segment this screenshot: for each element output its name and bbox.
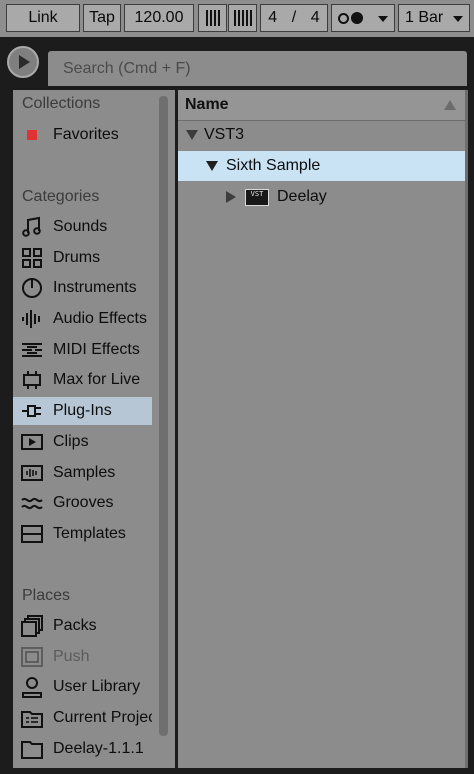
sidebar-item-label: Samples [53,464,116,481]
sidebar-item-max-for-live[interactable]: Max for Live [13,366,152,394]
nudge-down-button[interactable] [198,4,227,32]
collections-header: Collections [22,95,101,112]
sounds-icon [20,215,44,239]
sidebar-item-label: Deelay-1.1.1 [53,740,144,757]
app-window: Link Tap 120.00 4 / 4 1 Bar Search (Cmd … [0,0,474,774]
tap-tempo-button[interactable]: Tap [83,4,121,32]
grooves-icon [20,491,44,515]
metronome-beat-icon [351,12,363,24]
sidebar-item-current-project[interactable]: Current Project [13,704,152,732]
sidebar-item-label: Plug-Ins [53,402,112,419]
expand-triangle-icon[interactable] [206,161,218,171]
sidebar-item-midi-effects[interactable]: MIDI Effects [13,336,152,364]
sidebar-item-sounds[interactable]: Sounds [13,213,152,241]
categories-header: Categories [22,188,100,205]
chevron-down-icon[interactable] [378,16,388,22]
nudge-up-icon [233,10,252,26]
sidebar-item-label: Sounds [53,218,108,235]
sidebar-item-instruments[interactable]: Instruments [13,274,152,302]
sidebar-scrollbar[interactable] [159,96,168,736]
current-project-icon [20,706,44,730]
sidebar-item-label: Instruments [53,279,137,296]
sidebar-item-push[interactable]: Push [13,643,152,671]
sidebar-item-favorites[interactable]: Favorites [13,121,152,149]
vst-plugin-icon: VST [245,188,269,206]
sidebar-item-label: Favorites [53,126,119,143]
tempo-field[interactable]: 120.00 [124,4,194,32]
drums-icon [20,246,44,270]
sidebar-item-label: MIDI Effects [53,341,140,358]
sidebar-item-label: User Library [53,678,141,695]
chevron-down-icon [453,16,463,22]
collapse-triangle-icon[interactable] [226,191,236,203]
tree-row-vst3[interactable]: VST3 [178,120,465,150]
sidebar-item-label: Templates [53,525,126,542]
push-icon [20,645,44,669]
midi-effects-icon [20,338,44,362]
audio-effects-icon [20,307,44,331]
sidebar-item-audio-effects[interactable]: Audio Effects [13,305,152,333]
sidebar-item-deelay-folder[interactable]: Deelay-1.1.1 [13,735,152,763]
templates-icon [20,522,44,546]
clips-icon [20,430,44,454]
quantization-value: 1 Bar [405,9,444,26]
sidebar-item-label: Max for Live [53,371,141,388]
sidebar-item-user-library[interactable]: User Library [13,673,152,701]
tree-row-sixth-sample[interactable]: Sixth Sample [178,151,465,181]
tree-row-label: Deelay [277,188,327,205]
instruments-icon [20,276,44,300]
sidebar-item-label: Audio Effects [53,310,147,327]
sidebar-item-label: Push [53,648,90,665]
sort-ascending-icon[interactable] [444,100,456,110]
tree-row-label: VST3 [204,126,245,143]
time-signature-denominator[interactable]: 4 [311,9,320,27]
nudge-up-button[interactable] [228,4,257,32]
link-button[interactable]: Link [6,4,80,32]
user-library-icon [20,675,44,699]
packs-icon [20,614,44,638]
places-header: Places [22,587,71,604]
expand-triangle-icon[interactable] [186,130,198,140]
samples-icon [20,461,44,485]
sidebar-item-clips[interactable]: Clips [13,428,152,456]
search-input[interactable]: Search (Cmd + F) [47,50,468,87]
time-signature[interactable]: 4 / 4 [260,4,328,32]
nudge-down-icon [205,10,220,26]
favorites-icon [20,123,44,147]
folder-icon [20,737,44,761]
sidebar-item-plug-ins[interactable]: Plug-Ins [13,397,152,425]
metronome-icon [338,12,349,24]
sidebar-item-grooves[interactable]: Grooves [13,489,152,517]
sidebar-item-label: Packs [53,617,97,634]
transport-bar: Link Tap 120.00 4 / 4 1 Bar [0,0,474,38]
plug-ins-icon [20,399,44,423]
column-header-name[interactable]: Name [178,90,465,121]
column-header-label: Name [185,96,229,113]
sidebar-item-samples[interactable]: Samples [13,459,152,487]
tree-row-label: Sixth Sample [226,157,321,174]
sidebar-item-label: Clips [53,433,89,450]
tree-row-deelay[interactable]: VST Deelay [178,182,465,212]
preview-play-icon[interactable] [7,46,39,78]
metronome-button[interactable] [331,4,395,32]
sidebar-item-label: Grooves [53,494,114,511]
sidebar-item-drums[interactable]: Drums [13,244,152,272]
sidebar-item-label: Current Project [53,709,152,726]
sidebar-item-templates[interactable]: Templates [13,520,152,548]
sidebar-item-label: Drums [53,249,101,266]
sidebar-item-packs[interactable]: Packs [13,612,152,640]
time-signature-numerator[interactable]: 4 [268,9,277,27]
time-signature-separator: / [291,9,297,26]
content-scrollbar[interactable] [465,90,468,768]
max-for-live-icon [20,368,44,392]
quantization-select[interactable]: 1 Bar [398,4,470,32]
